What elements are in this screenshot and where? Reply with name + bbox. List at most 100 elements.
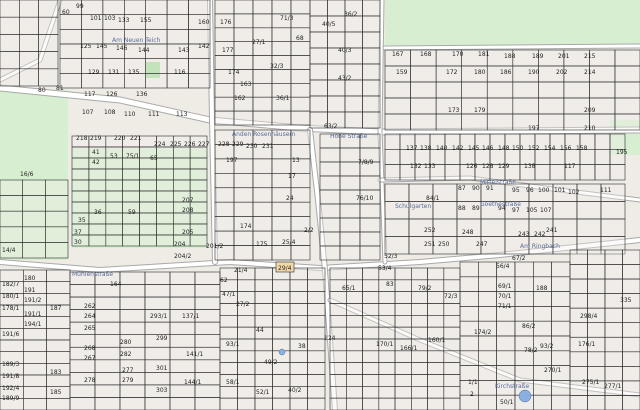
parcel[interactable]: [290, 201, 311, 217]
parcel[interactable]: [514, 365, 534, 381]
parcel[interactable]: [362, 350, 380, 363]
parcel[interactable]: [594, 149, 611, 165]
parcel[interactable]: [139, 212, 157, 225]
parcel[interactable]: [394, 374, 412, 387]
parcel[interactable]: [569, 278, 588, 294]
parcel[interactable]: [156, 234, 174, 247]
parcel[interactable]: [46, 374, 71, 387]
parcel[interactable]: [307, 326, 326, 340]
parcel[interactable]: [622, 278, 640, 294]
parcel[interactable]: [289, 291, 308, 304]
parcel[interactable]: [219, 385, 238, 399]
parcel[interactable]: [307, 397, 326, 410]
parcel[interactable]: [443, 303, 461, 316]
parcel[interactable]: [254, 314, 273, 328]
parcel[interactable]: [307, 314, 326, 328]
parcel[interactable]: [233, 55, 254, 70]
parcel[interactable]: [378, 291, 396, 304]
parcel[interactable]: [477, 306, 497, 322]
parcel[interactable]: [532, 261, 552, 278]
parcel[interactable]: [289, 374, 308, 387]
parcel[interactable]: [576, 183, 602, 202]
parcel[interactable]: [309, 0, 328, 17]
parcel[interactable]: [59, 58, 82, 74]
parcel[interactable]: [307, 267, 326, 281]
parcel[interactable]: [459, 291, 479, 307]
parcel[interactable]: [44, 226, 69, 243]
parcel[interactable]: [443, 350, 461, 363]
parcel[interactable]: [22, 226, 46, 243]
parcel[interactable]: [604, 264, 623, 280]
parcel[interactable]: [173, 146, 191, 159]
parcel[interactable]: [345, 385, 363, 399]
parcel[interactable]: [289, 314, 308, 328]
parcel[interactable]: [307, 291, 326, 304]
parcel[interactable]: [290, 245, 311, 261]
parcel[interactable]: [496, 320, 516, 337]
parcel[interactable]: [0, 195, 24, 212]
parcel[interactable]: [233, 245, 254, 261]
parcel[interactable]: [254, 291, 273, 304]
parcel[interactable]: [307, 279, 326, 292]
parcel[interactable]: [609, 133, 626, 150]
parcel[interactable]: [532, 394, 552, 410]
parcel[interactable]: [122, 234, 140, 247]
marker-poi-icon[interactable]: [278, 348, 286, 356]
parcel[interactable]: [38, 68, 59, 87]
parcel[interactable]: [252, 201, 273, 217]
parcel[interactable]: [156, 201, 174, 214]
parcel[interactable]: [496, 350, 516, 366]
parcel[interactable]: [188, 28, 211, 45]
parcel[interactable]: [145, 58, 168, 74]
parcel[interactable]: [327, 0, 346, 17]
parcel[interactable]: [290, 83, 311, 98]
parcel[interactable]: [359, 231, 381, 247]
parcel[interactable]: [38, 34, 59, 52]
parcel[interactable]: [94, 309, 121, 323]
parcel[interactable]: [410, 326, 428, 340]
parcel[interactable]: [214, 27, 235, 42]
parcel[interactable]: [139, 168, 157, 181]
parcel[interactable]: [189, 146, 208, 159]
parcel[interactable]: [327, 79, 346, 97]
parcel[interactable]: [384, 97, 411, 115]
parcel[interactable]: [38, 51, 59, 70]
parcel[interactable]: [194, 359, 221, 373]
parcel[interactable]: [88, 234, 107, 247]
parcel[interactable]: [22, 374, 47, 387]
parcel[interactable]: [345, 267, 363, 281]
parcel[interactable]: [443, 397, 461, 410]
parcel[interactable]: [71, 168, 90, 181]
parcel[interactable]: [139, 179, 157, 192]
parcel[interactable]: [359, 217, 381, 233]
parcel[interactable]: [233, 201, 254, 217]
parcel[interactable]: [44, 195, 69, 212]
parcel[interactable]: [254, 374, 273, 387]
parcel[interactable]: [237, 338, 256, 352]
parcel[interactable]: [169, 397, 196, 410]
parcel[interactable]: [81, 28, 104, 45]
map-canvas[interactable]: Am Neuen Teich Anden Rosenhäusern Hohe S…: [0, 0, 640, 410]
parcel[interactable]: [345, 291, 363, 304]
parcel[interactable]: [459, 306, 479, 322]
parcel[interactable]: [432, 201, 458, 220]
parcel[interactable]: [119, 309, 146, 323]
parcel[interactable]: [551, 306, 571, 322]
parcel[interactable]: [0, 316, 24, 329]
parcel[interactable]: [532, 320, 552, 337]
parcel[interactable]: [94, 397, 121, 410]
parcel[interactable]: [362, 267, 380, 281]
parcel[interactable]: [271, 201, 292, 217]
parcel[interactable]: [169, 334, 196, 348]
parcel[interactable]: [59, 28, 82, 45]
parcel[interactable]: [537, 81, 565, 99]
parcel[interactable]: [189, 179, 208, 192]
parcel[interactable]: [194, 284, 221, 298]
parcel[interactable]: [252, 69, 273, 84]
parcel[interactable]: [362, 31, 381, 49]
parcel[interactable]: [410, 374, 428, 387]
church-poi-icon[interactable]: [518, 389, 532, 403]
parcel[interactable]: [587, 293, 606, 309]
parcel[interactable]: [443, 326, 461, 340]
parcel[interactable]: [345, 326, 363, 340]
